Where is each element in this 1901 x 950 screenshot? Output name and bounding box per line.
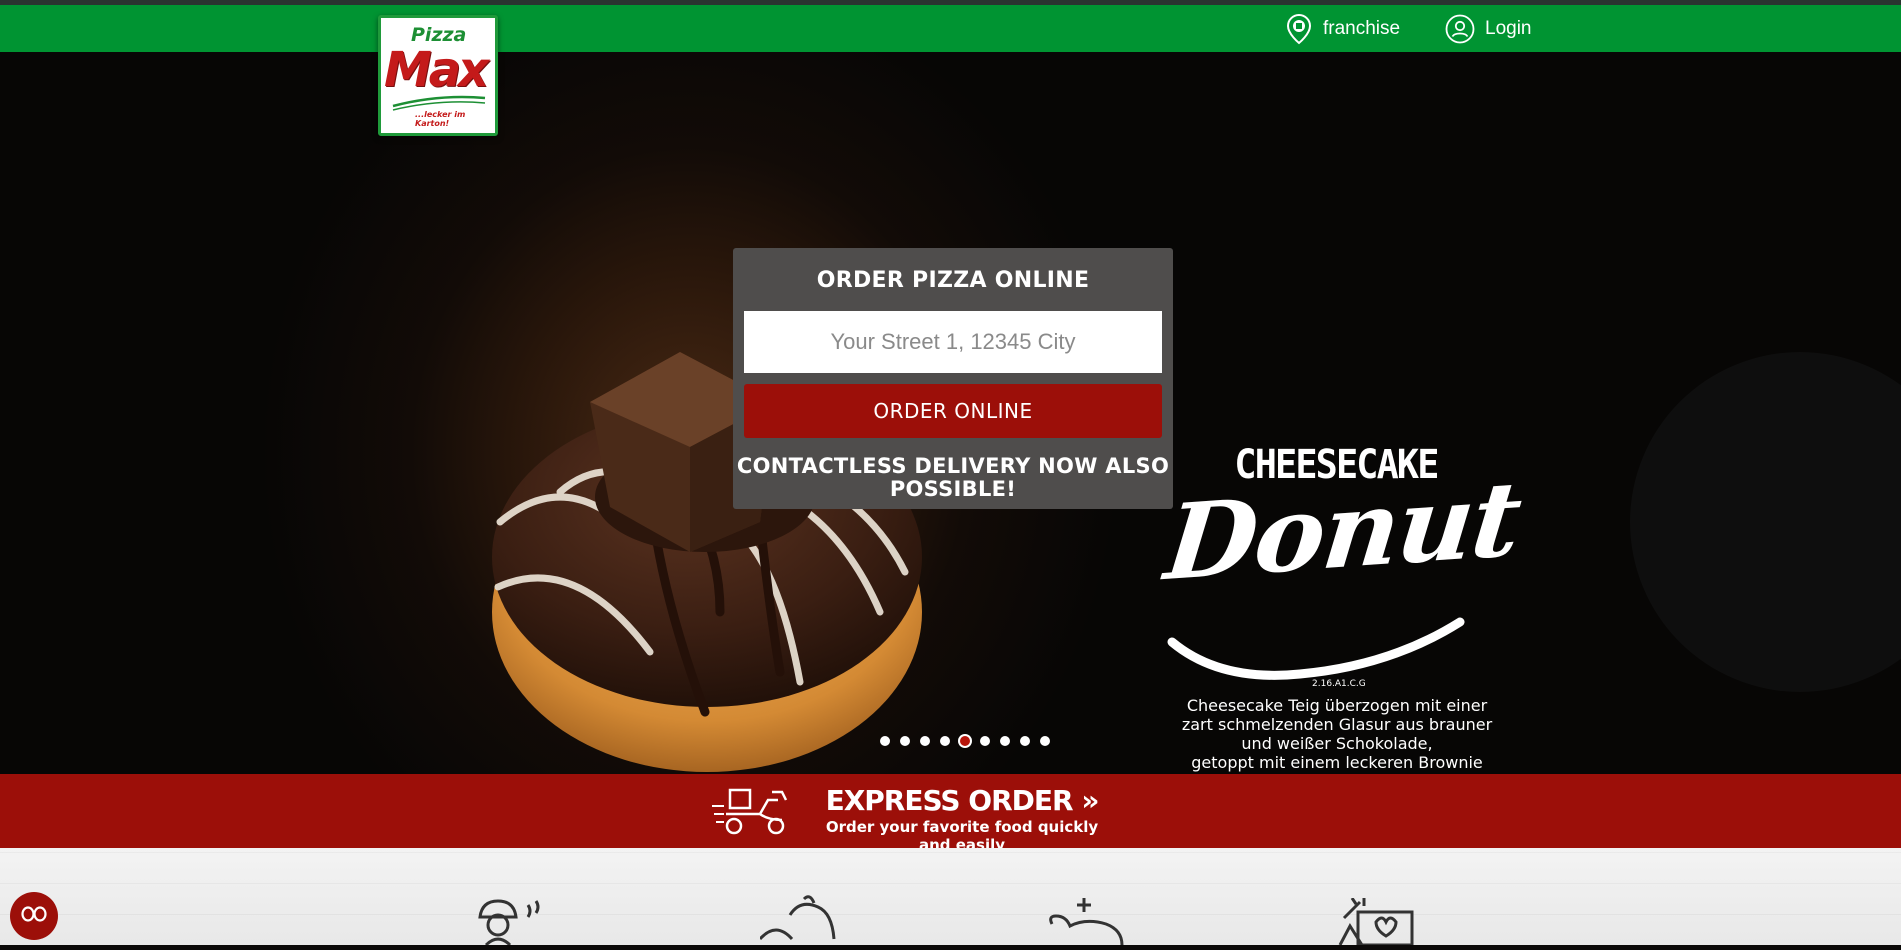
carousel-dot[interactable] bbox=[1000, 736, 1010, 746]
allergen-code: 2.16.A1.C.G bbox=[1312, 679, 1366, 689]
deals-icon[interactable] bbox=[1336, 897, 1436, 950]
contactless-notice: CONTACTLESS DELIVERY NOW ALSO POSSIBLE! bbox=[736, 454, 1170, 501]
login-link[interactable]: Login bbox=[1445, 5, 1532, 52]
order-box-title: ORDER PIZZA ONLINE bbox=[816, 268, 1090, 293]
express-order-banner[interactable]: EXPRESS ORDER » Order your favorite food… bbox=[0, 774, 1901, 854]
swoosh-decoration bbox=[1167, 617, 1465, 680]
carousel-dot[interactable] bbox=[880, 736, 890, 746]
carousel-dot-active[interactable] bbox=[960, 736, 970, 746]
hero-slider: ORDER PIZZA ONLINE ORDER ONLINE CONTACTL… bbox=[0, 52, 1901, 774]
chicken-icon[interactable] bbox=[1046, 898, 1136, 950]
logo-tagline: ...lecker im Karton! bbox=[415, 110, 466, 128]
chef-icon[interactable] bbox=[472, 895, 552, 950]
franchise-label: franchise bbox=[1323, 17, 1401, 39]
promo-heading-main: Donut bbox=[1159, 456, 1526, 605]
carousel-dot[interactable] bbox=[1020, 736, 1030, 746]
delivery-scooter-icon bbox=[712, 786, 792, 841]
carousel-dot[interactable] bbox=[920, 736, 930, 746]
express-order-title: EXPRESS ORDER » bbox=[825, 784, 1100, 817]
cookie-settings-icon bbox=[21, 905, 47, 927]
order-online-button[interactable]: ORDER ONLINE bbox=[744, 384, 1162, 438]
user-icon bbox=[1445, 14, 1475, 44]
category-section bbox=[0, 848, 1901, 945]
map-pin-icon bbox=[1285, 13, 1313, 45]
promo-description-line: Cheesecake Teig überzogen mit einer bbox=[1186, 696, 1488, 715]
promo-description-line: und weißer Schokolade, bbox=[1241, 734, 1433, 753]
carousel-dot[interactable] bbox=[900, 736, 910, 746]
logo-line2: Max bbox=[384, 42, 489, 98]
promo-description-line: zart schmelzenden Glasur aus brauner bbox=[1181, 715, 1493, 734]
franchise-link[interactable]: franchise bbox=[1285, 5, 1400, 52]
carousel-dot[interactable] bbox=[1040, 736, 1050, 746]
carousel-dot[interactable] bbox=[940, 736, 950, 746]
cookie-settings-button[interactable] bbox=[10, 892, 58, 940]
carousel-dot[interactable] bbox=[980, 736, 990, 746]
promo-description: Cheesecake Teig überzogen mit einer zart… bbox=[1176, 696, 1498, 772]
top-navbar: franchise Login bbox=[0, 5, 1901, 52]
address-input[interactable] bbox=[744, 311, 1162, 373]
promo-description-line: getoppt mit einem leckeren Brownie bbox=[1191, 753, 1483, 772]
carousel-dots bbox=[880, 736, 1050, 746]
login-label: Login bbox=[1485, 17, 1532, 39]
pizza-max-logo[interactable]: Pizza Max ...lecker im Karton! bbox=[378, 15, 498, 136]
vegetable-icon[interactable] bbox=[758, 895, 860, 950]
order-box: ORDER PIZZA ONLINE ORDER ONLINE CONTACTL… bbox=[733, 248, 1173, 509]
